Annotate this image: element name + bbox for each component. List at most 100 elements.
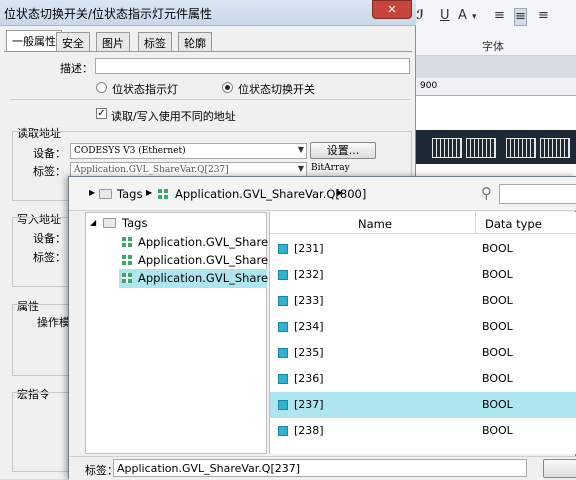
radio-switch-label: 位状态切换开关 bbox=[238, 83, 315, 96]
chevron-down-icon[interactable]: ▾ bbox=[472, 12, 477, 30]
radio-switch[interactable] bbox=[222, 82, 233, 93]
row-name: [237] bbox=[294, 398, 324, 411]
table-row[interactable]: [234] BOOL bbox=[270, 314, 576, 340]
align-left-icon[interactable]: ≡ bbox=[494, 8, 505, 26]
table-row-selected[interactable]: [237] BOOL bbox=[270, 392, 576, 418]
table-row[interactable]: [231] BOOL bbox=[270, 236, 576, 262]
tree-item-root[interactable]: Tags bbox=[122, 214, 147, 232]
tag-group-icon bbox=[122, 273, 132, 283]
column-divider bbox=[475, 212, 476, 234]
tree-item[interactable]: Application.GVL_Share... bbox=[138, 233, 279, 251]
tag-icon bbox=[278, 400, 288, 410]
read-device-value: CODESYS V3 (Ethernet) bbox=[74, 146, 186, 156]
close-button[interactable]: ✕ bbox=[372, 0, 412, 19]
format-icon[interactable]: ℐ bbox=[416, 8, 424, 26]
write-tag-label: 标签： bbox=[33, 251, 66, 264]
row-type: BOOL bbox=[482, 242, 513, 255]
folder-icon bbox=[99, 189, 112, 199]
row-name: [238] bbox=[294, 424, 324, 437]
tag-type: BitArray bbox=[311, 163, 350, 173]
align-center-icon[interactable]: ≡ bbox=[514, 8, 527, 26]
tag-browser-footer: 标签： Application.GVL_ShareVar.Q[237] bbox=[69, 456, 576, 480]
breadcrumb-root[interactable]: Tags bbox=[117, 187, 142, 201]
row-type: BOOL bbox=[482, 320, 513, 333]
row-name: [231] bbox=[294, 242, 324, 255]
tag-icon bbox=[278, 426, 288, 436]
different-address-label: 读取/写入使用不同的地址 bbox=[111, 110, 236, 123]
row-name: [235] bbox=[294, 346, 324, 359]
tab-picture[interactable]: 图片 bbox=[96, 32, 130, 51]
tree-item-selected[interactable]: Application.GVL_Share... bbox=[138, 269, 279, 287]
read-tag-label: 标签： bbox=[33, 165, 66, 178]
bit-lamp-object[interactable] bbox=[506, 138, 536, 158]
dialog-titlebar: 位状态切换开关/位状态指示灯元件属性 bbox=[0, 0, 416, 26]
tag-tree: ◢ Tags Application.GVL_Share... Applicat… bbox=[85, 212, 279, 454]
tab-security[interactable]: 安全 bbox=[56, 32, 90, 51]
tab-general[interactable]: 一般属性 bbox=[6, 30, 62, 52]
row-type: BOOL bbox=[482, 372, 513, 385]
row-type: BOOL bbox=[482, 398, 513, 411]
dialog-title: 位状态切换开关/位状态指示灯元件属性 bbox=[4, 7, 213, 21]
tab-label[interactable]: 标签 bbox=[138, 32, 172, 51]
breadcrumb-arrow-icon: ▶ bbox=[146, 188, 153, 197]
ok-button[interactable] bbox=[543, 459, 576, 478]
row-name: [234] bbox=[294, 320, 324, 333]
breadcrumb-arrow-icon: ▶ bbox=[89, 188, 96, 197]
folder-icon bbox=[103, 218, 116, 228]
tag-icon bbox=[278, 348, 288, 358]
row-type: BOOL bbox=[482, 294, 513, 307]
table-row[interactable]: [235] BOOL bbox=[270, 340, 576, 366]
write-device-label: 设备： bbox=[33, 232, 66, 245]
underline-icon[interactable]: U bbox=[440, 8, 450, 26]
read-tag-value: Application.GVL_ShareVar.Q[237] bbox=[74, 165, 229, 175]
bit-lamp-object[interactable] bbox=[466, 138, 496, 158]
read-device-select[interactable]: CODESYS V3 (Ethernet) ▼ bbox=[70, 143, 307, 159]
tag-group-icon bbox=[158, 189, 168, 199]
ruler-value: 900 bbox=[420, 81, 438, 91]
bit-lamp-object[interactable] bbox=[540, 138, 570, 158]
tab-divider bbox=[4, 51, 412, 52]
table-row[interactable]: [233] BOOL bbox=[270, 288, 576, 314]
description-label: 描述： bbox=[60, 62, 93, 75]
bit-lamp-object[interactable] bbox=[432, 138, 462, 158]
tag-browser-dialog: ▶ Tags ▶ Application.GVL_ShareVar.Q[800]… bbox=[68, 176, 576, 480]
chevron-down-icon: ▼ bbox=[297, 164, 304, 173]
canvas-object-strip[interactable] bbox=[410, 130, 576, 164]
operation-label: 操作模 bbox=[37, 316, 70, 329]
tag-icon bbox=[278, 374, 288, 384]
table-row[interactable]: [238] BOOL bbox=[270, 418, 576, 444]
row-name: [232] bbox=[294, 268, 324, 281]
radio-indicator-label: 位状态指示灯 bbox=[112, 83, 178, 96]
row-type: BOOL bbox=[482, 346, 513, 359]
table-row[interactable]: [236] BOOL bbox=[270, 366, 576, 392]
tag-list: Name Data type [231] BOOL [232] BOOL [23… bbox=[269, 212, 576, 454]
tree-expand-icon[interactable]: ◢ bbox=[90, 218, 96, 227]
row-type: BOOL bbox=[482, 268, 513, 281]
chevron-down-icon: ▼ bbox=[297, 145, 304, 154]
table-row[interactable]: [232] BOOL bbox=[270, 262, 576, 288]
row-name: [233] bbox=[294, 294, 324, 307]
row-type: BOOL bbox=[482, 424, 513, 437]
column-type[interactable]: Data type bbox=[485, 217, 542, 231]
settings-button[interactable]: 设置... bbox=[310, 142, 376, 159]
tag-group-icon bbox=[122, 255, 132, 265]
macro-group bbox=[12, 392, 70, 472]
radio-indicator[interactable] bbox=[96, 82, 107, 93]
breadcrumb-arrow-icon[interactable]: ▶ bbox=[337, 188, 343, 197]
tag-group-icon bbox=[122, 237, 132, 247]
bottom-tag-field[interactable]: Application.GVL_ShareVar.Q[237] bbox=[113, 459, 527, 477]
font-group-label: 字体 bbox=[482, 40, 504, 53]
search-input[interactable] bbox=[499, 184, 576, 204]
tree-item[interactable]: Application.GVL_Share... bbox=[138, 251, 279, 269]
description-field[interactable] bbox=[95, 58, 410, 74]
font-color-icon[interactable]: A bbox=[458, 8, 467, 26]
row-name: [236] bbox=[294, 372, 324, 385]
column-name[interactable]: Name bbox=[358, 217, 392, 231]
tab-outline[interactable]: 轮廓 bbox=[178, 32, 212, 51]
read-device-label: 设备： bbox=[33, 147, 66, 160]
different-address-checkbox[interactable]: ✓ bbox=[96, 108, 107, 119]
tag-icon bbox=[278, 296, 288, 306]
align-right-icon[interactable]: ≡ bbox=[538, 8, 549, 26]
separator bbox=[10, 99, 410, 100]
breadcrumb: ▶ Tags ▶ Application.GVL_ShareVar.Q[800]… bbox=[69, 177, 576, 211]
